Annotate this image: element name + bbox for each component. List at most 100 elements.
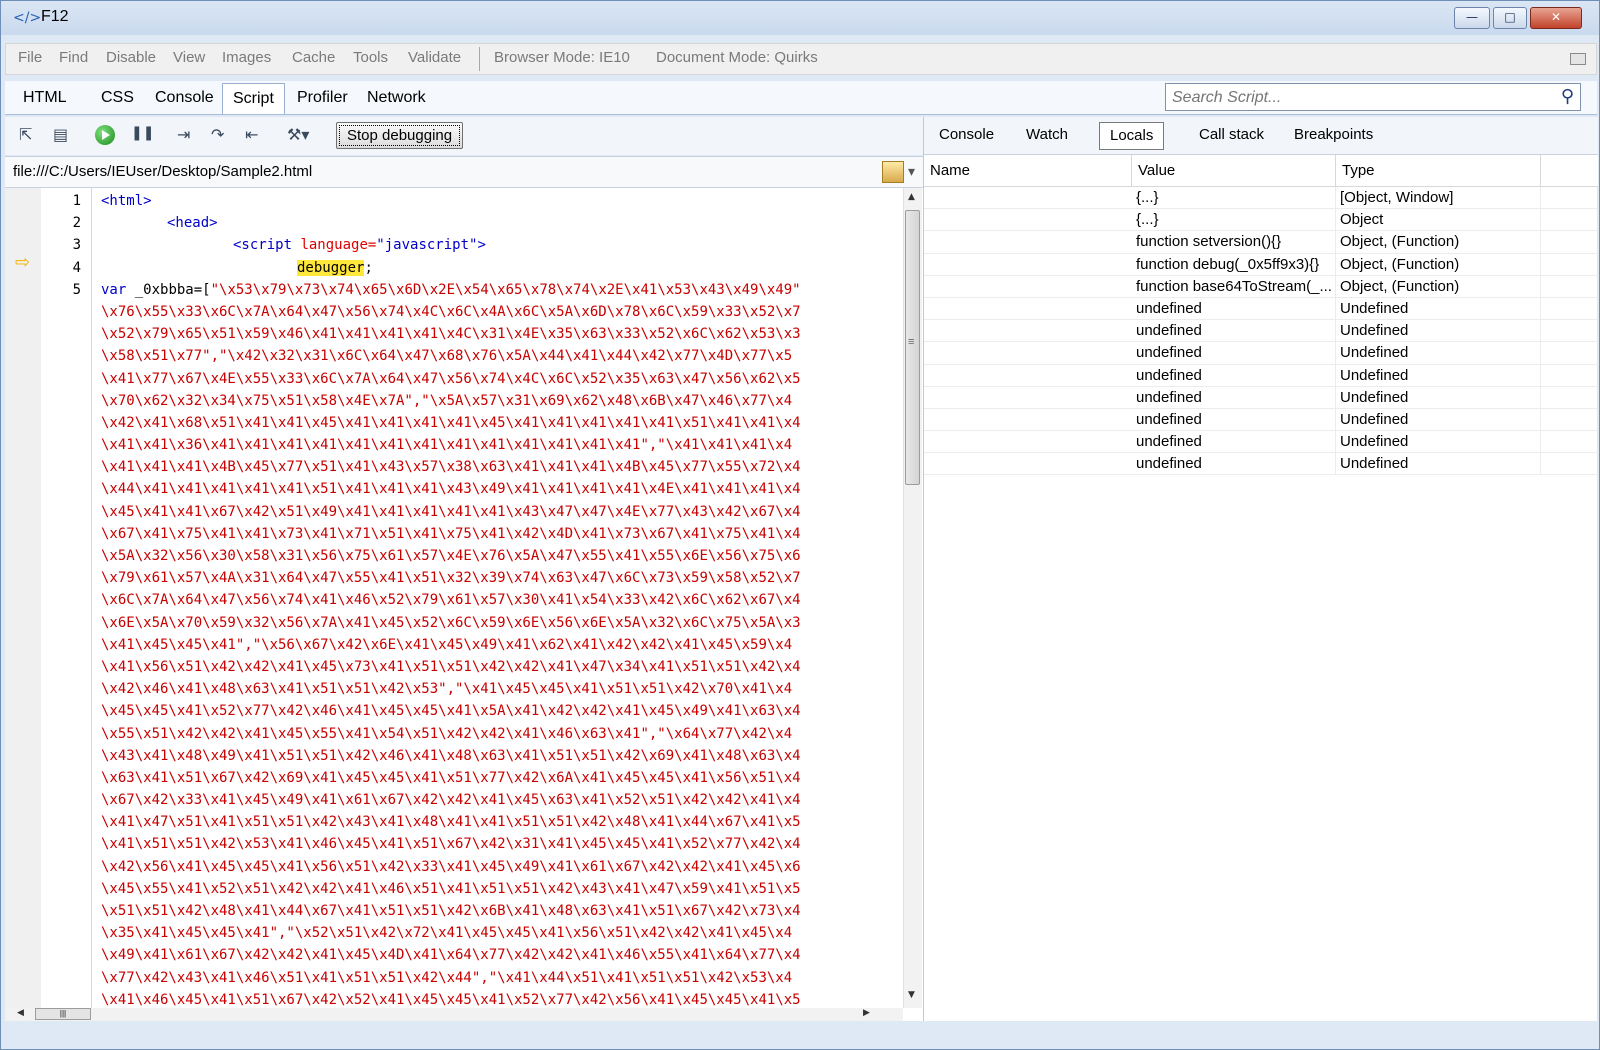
locals-row[interactable]: alundefinedUndefined [924,408,1598,432]
script-editor[interactable]: ⇨ 1 <html> 2 <head> 3 <script language="… [5,188,923,1021]
search-script-input[interactable] [1166,84,1544,112]
scrollbar-thumb[interactable] [905,210,920,485]
tab-locals[interactable]: Locals [1099,122,1165,150]
tab-profiler[interactable]: Profiler [287,83,358,114]
tab-breakpoints[interactable]: Breakpoints [1284,122,1383,150]
step-into-icon[interactable]: ⇥ [177,125,190,144]
menu-validate[interactable]: Validate [408,49,461,66]
string-literal: \x70\x62\x32\x34\x75\x51\x58\x4E\x7A","\… [101,392,793,409]
code-line: \x41\x46\x45\x41\x51\x67\x42\x52\x41\x45… [45,989,903,1006]
step-over-icon[interactable]: ↷ [211,125,224,144]
locals-row[interactable]: +__IE_DEVTOOLBA...{...}Object [924,209,1598,232]
menu-find[interactable]: Find [59,49,88,66]
variable-value: {...} [1132,209,1336,232]
locals-row[interactable]: serialized_objundefinedUndefined [924,320,1598,343]
locals-row[interactable]: +debugfunction debug(_0x5ff9x3){}Object,… [924,253,1598,276]
code-line: \x44\x41\x41\x41\x41\x41\x51\x41\x41\x41… [45,478,903,500]
variable-value: undefined [1132,431,1336,454]
editor-vertical-scrollbar[interactable]: ▲ ▼ [903,188,922,1008]
var-keyword: var [101,281,127,298]
string-literal: \x6E\x5A\x70\x59\x32\x56\x7A\x41\x45\x52… [101,614,801,631]
tab-css[interactable]: CSS [91,83,144,114]
tab-call-stack[interactable]: Call stack [1189,122,1274,150]
locals-row[interactable]: stmundefinedUndefined [924,364,1598,387]
break-on-error-icon[interactable]: ▤ [53,125,68,144]
tab-html[interactable]: HTML [13,83,77,114]
tab-script[interactable]: Script [222,83,285,114]
script-language-attr: language= [300,237,377,254]
scroll-up-icon[interactable]: ▲ [908,192,915,202]
editor-horizontal-scrollbar[interactable]: ◀ ||| ▶ [5,1008,903,1021]
search-script-box: ⚲ [1165,83,1581,112]
script-list-dropdown[interactable]: ▾ [881,161,915,183]
variable-value: {...} [1132,187,1336,210]
pause-icon[interactable]: ❚❚ [131,125,154,141]
menu-images[interactable]: Images [222,49,271,66]
tab-console[interactable]: Console [145,83,224,114]
variable-value: undefined [1132,297,1336,321]
menu-browser-mode[interactable]: Browser Mode: IE10 [494,49,630,66]
code-line: \x79\x61\x57\x4A\x31\x64\x47\x55\x41\x51… [45,567,903,589]
column-name[interactable]: Name [924,155,1132,186]
html-open-tag: <html> [101,193,152,209]
locals-row[interactable]: +this{...}[Object, Window] [924,187,1598,210]
string-literal: \x58\x51\x77","\x42\x32\x31\x6C\x64\x47\… [101,348,793,365]
code-line: \x6C\x7A\x64\x47\x56\x74\x41\x46\x52\x79… [45,589,903,611]
code-line: \x42\x46\x41\x48\x63\x41\x51\x51\x42\x53… [45,678,903,700]
locals-row[interactable]: dundefinedUndefined [924,431,1598,454]
search-icon[interactable]: ⚲ [1561,86,1574,107]
code-line: \x41\x56\x51\x42\x42\x41\x45\x73\x41\x51… [45,656,903,678]
string-literal: \x67\x42\x33\x41\x45\x49\x41\x61\x67\x42… [101,792,801,809]
debug-options-icon[interactable]: ⚒▾ [287,125,309,144]
string-literal: \x41\x41\x41\x4B\x45\x77\x51\x41\x43\x57… [101,459,801,476]
variable-type: Object, (Function) [1336,231,1541,254]
code-line: \x45\x41\x41\x67\x42\x51\x49\x41\x41\x41… [45,501,903,523]
locals-row[interactable]: entry_classundefinedUndefined [924,342,1598,365]
stop-debugging-button[interactable]: Stop debugging [336,122,464,149]
string-literal: \x41\x46\x45\x41\x51\x67\x42\x52\x41\x45… [101,991,801,1006]
locals-row[interactable]: +base64ToStreamfunction base64ToStream(_… [924,275,1598,298]
line-code: var _0xbbba=["\x53\x79\x73\x74\x65\x6D\x… [101,279,801,301]
menu-file[interactable]: File [18,49,42,66]
menu-view[interactable]: View [173,49,205,66]
horizontal-scrollbar-thumb[interactable]: ||| [35,1008,91,1020]
title-bar: </> F12 — □ ✕ [1,1,1599,35]
line-code: debugger; [297,257,373,279]
tab-network[interactable]: Network [357,83,436,114]
select-element-icon[interactable]: ⇱ [19,125,32,144]
tab-watch[interactable]: Watch [1016,122,1078,150]
variable-type: Undefined [1336,297,1541,321]
code-line: \x43\x41\x48\x49\x41\x51\x51\x42\x46\x41… [45,745,903,767]
code-line: \x42\x56\x41\x45\x45\x41\x56\x51\x42\x33… [45,856,903,878]
string-literal: \x67\x41\x75\x41\x41\x73\x41\x71\x51\x41… [101,525,801,542]
menu-tools[interactable]: Tools [353,49,388,66]
code-line: \x41\x45\x45\x41","\x56\x67\x42\x6E\x41\… [45,634,903,656]
column-value[interactable]: Value [1132,155,1336,186]
variable-value: undefined [1132,453,1336,476]
variable-type: Undefined [1336,386,1541,409]
menu-document-mode[interactable]: Document Mode: Quirks [656,49,818,66]
locals-row[interactable]: oundefinedUndefined [924,453,1598,476]
column-type[interactable]: Type [1336,155,1541,186]
menu-cache[interactable]: Cache [292,49,335,66]
menu-disable[interactable]: Disable [106,49,156,66]
locals-row[interactable]: _0xbbbaundefinedUndefined [924,297,1598,321]
scroll-right-icon[interactable]: ▶ [863,1008,870,1018]
dock-icon[interactable] [1570,53,1586,65]
locals-row[interactable]: fmtundefinedUndefined [924,386,1598,409]
code-line: 1 <html> [45,190,903,212]
code-line: \x41\x47\x51\x41\x51\x51\x42\x43\x41\x48… [45,811,903,833]
code-line: \x52\x79\x65\x51\x59\x46\x41\x41\x41\x41… [45,323,903,345]
variable-value: function debug(_0x5ff9x3){} [1132,253,1336,276]
locals-row[interactable]: +setversionfunction setversion(){}Object… [924,231,1598,254]
scroll-left-icon[interactable]: ◀ [17,1008,24,1018]
maximize-button[interactable]: □ [1493,7,1527,29]
close-button[interactable]: ✕ [1530,7,1582,29]
variable-type: Object, (Function) [1336,275,1541,298]
minimize-button[interactable]: — [1454,7,1490,29]
breakpoint-margin[interactable] [5,188,41,1008]
tab-console-pane[interactable]: Console [929,122,1004,150]
scroll-down-icon[interactable]: ▼ [908,990,915,1000]
step-out-icon[interactable]: ⇤ [245,125,258,144]
continue-icon[interactable] [95,125,115,145]
